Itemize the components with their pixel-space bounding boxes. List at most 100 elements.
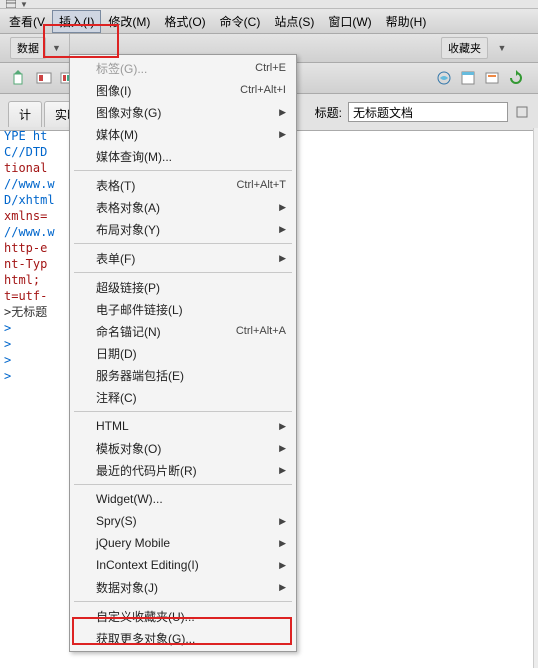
menu-item-label: 标签(G)... bbox=[96, 60, 147, 77]
title-label: 标题: bbox=[315, 104, 342, 121]
toolbar-category-favorites[interactable]: 收藏夹 bbox=[441, 37, 488, 59]
menu-format[interactable]: 格式(O) bbox=[157, 10, 212, 33]
menu-item-label: 日期(D) bbox=[96, 345, 137, 362]
menu-site[interactable]: 站点(S) bbox=[267, 10, 321, 33]
submenu-arrow-icon: ▶ bbox=[279, 107, 286, 118]
submenu-arrow-icon: ▶ bbox=[279, 516, 286, 527]
record-icon[interactable] bbox=[34, 68, 54, 88]
layout-icon[interactable] bbox=[6, 0, 16, 8]
menu-item[interactable]: 媒体查询(M)... bbox=[72, 145, 294, 167]
menu-item[interactable]: 表格对象(A) ▶ bbox=[72, 196, 294, 218]
menu-item-label: 电子邮件链接(L) bbox=[96, 301, 183, 318]
menu-item-label: 表单(F) bbox=[96, 250, 135, 267]
menu-item[interactable]: 超级链接(P) bbox=[72, 276, 294, 298]
insert-menu: 标签(G)...Ctrl+E图像(I)Ctrl+Alt+I图像对象(G)▶媒体(… bbox=[69, 54, 297, 652]
menu-separator bbox=[74, 170, 292, 171]
options-icon[interactable] bbox=[482, 68, 502, 88]
menu-item-label: 超级链接(P) bbox=[96, 279, 160, 296]
menu-item-label: Widget(W)... bbox=[96, 492, 163, 506]
menu-item: 标签(G)... Ctrl+E bbox=[72, 57, 294, 79]
menu-item[interactable]: 服务器端包括(E) bbox=[72, 364, 294, 386]
menu-item[interactable]: 最近的代码片断(R) ▶ bbox=[72, 459, 294, 481]
menu-help[interactable]: 帮助(H) bbox=[379, 10, 434, 33]
dropdown-arrow-icon[interactable]: ▼ bbox=[50, 43, 63, 53]
title-input[interactable] bbox=[348, 102, 508, 122]
menu-item-shortcut: Ctrl+E bbox=[255, 62, 286, 74]
menu-item-shortcut: Ctrl+Alt+I bbox=[240, 84, 286, 96]
menu-item-label: 服务器端包括(E) bbox=[96, 367, 184, 384]
menu-item-label: HTML bbox=[96, 419, 129, 433]
menu-item[interactable]: 表格(T) Ctrl+Alt+T bbox=[72, 174, 294, 196]
menu-window[interactable]: 窗口(W) bbox=[321, 10, 378, 33]
menu-modify[interactable]: 修改(M) bbox=[101, 10, 157, 33]
menu-separator bbox=[74, 243, 292, 244]
menu-separator bbox=[74, 484, 292, 485]
menu-item-label: 图像(I) bbox=[96, 82, 131, 99]
menu-item[interactable]: jQuery Mobile ▶ bbox=[72, 532, 294, 554]
menu-item[interactable]: 媒体(M) ▶ bbox=[72, 123, 294, 145]
menu-item[interactable]: 电子邮件链接(L) bbox=[72, 298, 294, 320]
refresh-icon[interactable] bbox=[506, 68, 526, 88]
submenu-arrow-icon: ▶ bbox=[279, 538, 286, 549]
submenu-arrow-icon: ▶ bbox=[279, 582, 286, 593]
menu-insert[interactable]: 插入(I) bbox=[52, 10, 101, 33]
menubar: 查看(V 插入(I) 修改(M) 格式(O) 命令(C) 站点(S) 窗口(W)… bbox=[0, 9, 538, 34]
menu-item-label: 注释(C) bbox=[96, 389, 137, 406]
menu-item[interactable]: Spry(S) ▶ bbox=[72, 510, 294, 532]
code-view[interactable]: YPE ht C//DTD tional //www.w D/xhtml xml… bbox=[0, 128, 56, 384]
menu-item[interactable]: 注释(C) bbox=[72, 386, 294, 408]
menu-item-label: 图像对象(G) bbox=[96, 104, 161, 121]
title-more-icon[interactable] bbox=[512, 102, 532, 122]
live-view-icon[interactable] bbox=[434, 68, 454, 88]
menu-view[interactable]: 查看(V bbox=[2, 10, 52, 33]
menu-item-label: 数据对象(J) bbox=[96, 579, 158, 596]
menu-item-label: 表格(T) bbox=[96, 177, 135, 194]
submenu-arrow-icon: ▶ bbox=[279, 560, 286, 571]
menu-item-label: 表格对象(A) bbox=[96, 199, 160, 216]
menu-item[interactable]: 日期(D) bbox=[72, 342, 294, 364]
menu-item-label: 命名锚记(N) bbox=[96, 323, 161, 340]
menu-separator bbox=[74, 272, 292, 273]
toolbar-category-data[interactable]: 数据 bbox=[10, 37, 46, 59]
menu-item[interactable]: InContext Editing(I) ▶ bbox=[72, 554, 294, 576]
menu-item-shortcut: Ctrl+Alt+A bbox=[236, 325, 286, 337]
menu-item-label: 布局对象(Y) bbox=[96, 221, 160, 238]
menu-item-label: 媒体(M) bbox=[96, 126, 138, 143]
menu-item[interactable]: Widget(W)... bbox=[72, 488, 294, 510]
submenu-arrow-icon: ▶ bbox=[279, 253, 286, 264]
menu-item[interactable]: 获取更多对象(G)... bbox=[72, 627, 294, 649]
menu-item-label: 媒体查询(M)... bbox=[96, 148, 172, 165]
right-edge bbox=[533, 128, 538, 668]
import-icon[interactable] bbox=[10, 68, 30, 88]
submenu-arrow-icon: ▶ bbox=[279, 465, 286, 476]
menu-item-label: InContext Editing(I) bbox=[96, 558, 199, 572]
menu-item[interactable]: 图像对象(G) ▶ bbox=[72, 101, 294, 123]
menu-item-label: 自定义收藏夹(U)... bbox=[96, 608, 195, 625]
menu-command[interactable]: 命令(C) bbox=[213, 10, 268, 33]
top-strip: ▼ bbox=[0, 0, 538, 9]
menu-item[interactable]: 表单(F) ▶ bbox=[72, 247, 294, 269]
dropdown-arrow-icon[interactable]: ▼ bbox=[492, 38, 512, 58]
menu-item-label: Spry(S) bbox=[96, 514, 137, 528]
menu-item-label: jQuery Mobile bbox=[96, 536, 170, 550]
menu-item[interactable]: 命名锚记(N) Ctrl+Alt+A bbox=[72, 320, 294, 342]
menu-item[interactable]: 自定义收藏夹(U)... bbox=[72, 605, 294, 627]
menu-item-label: 获取更多对象(G)... bbox=[96, 630, 195, 647]
browse-icon[interactable] bbox=[458, 68, 478, 88]
dropdown-toggle-icon[interactable]: ▼ bbox=[20, 0, 28, 9]
menu-item[interactable]: 数据对象(J) ▶ bbox=[72, 576, 294, 598]
menu-item-shortcut: Ctrl+Alt+T bbox=[236, 179, 286, 191]
submenu-arrow-icon: ▶ bbox=[279, 202, 286, 213]
menu-item-label: 模板对象(O) bbox=[96, 440, 161, 457]
submenu-arrow-icon: ▶ bbox=[279, 129, 286, 140]
menu-item[interactable]: 图像(I) Ctrl+Alt+I bbox=[72, 79, 294, 101]
submenu-arrow-icon: ▶ bbox=[279, 443, 286, 454]
menu-separator bbox=[74, 411, 292, 412]
menu-item[interactable]: 模板对象(O) ▶ bbox=[72, 437, 294, 459]
tab-design[interactable]: 计 bbox=[8, 101, 42, 127]
menu-item[interactable]: HTML ▶ bbox=[72, 415, 294, 437]
submenu-arrow-icon: ▶ bbox=[279, 224, 286, 235]
menu-item[interactable]: 布局对象(Y) ▶ bbox=[72, 218, 294, 240]
submenu-arrow-icon: ▶ bbox=[279, 421, 286, 432]
menu-item-label: 最近的代码片断(R) bbox=[96, 462, 197, 479]
